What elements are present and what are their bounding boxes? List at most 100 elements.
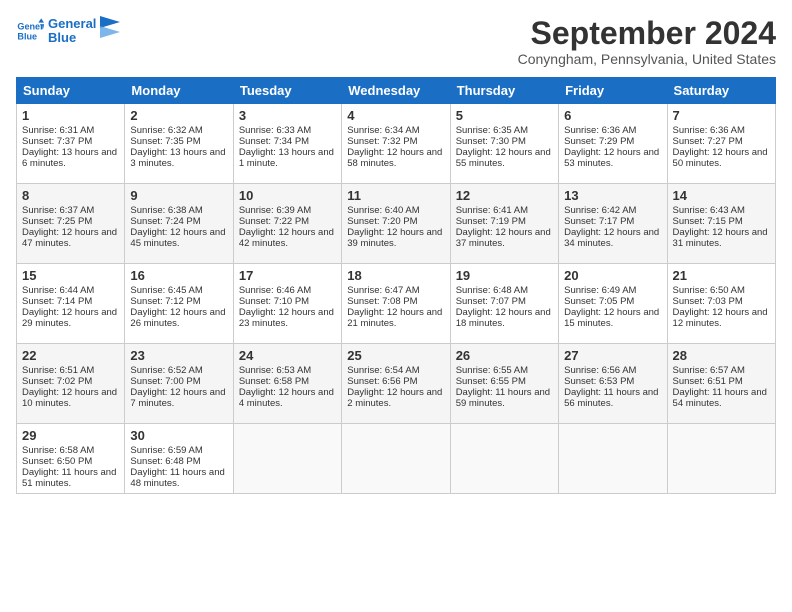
day-number: 6	[564, 108, 661, 123]
calendar-cell: 18Sunrise: 6:47 AMSunset: 7:08 PMDayligh…	[342, 264, 450, 344]
logo: General Blue GeneralBlue	[16, 16, 120, 46]
daylight-label: Daylight: 12 hours and 42 minutes.	[239, 227, 334, 249]
calendar-cell: 6Sunrise: 6:36 AMSunset: 7:29 PMDaylight…	[559, 104, 667, 184]
calendar-cell: 3Sunrise: 6:33 AMSunset: 7:34 PMDaylight…	[233, 104, 341, 184]
sunrise-label: Sunrise: 6:34 AM	[347, 125, 419, 136]
sunset-label: Sunset: 6:55 PM	[456, 376, 526, 387]
sunrise-label: Sunrise: 6:56 AM	[564, 365, 636, 376]
day-number: 23	[130, 348, 227, 363]
sunrise-label: Sunrise: 6:46 AM	[239, 285, 311, 296]
calendar-cell: 16Sunrise: 6:45 AMSunset: 7:12 PMDayligh…	[125, 264, 233, 344]
day-number: 11	[347, 188, 444, 203]
sunrise-label: Sunrise: 6:52 AM	[130, 365, 202, 376]
daylight-label: Daylight: 13 hours and 1 minute.	[239, 147, 334, 169]
calendar-cell: 19Sunrise: 6:48 AMSunset: 7:07 PMDayligh…	[450, 264, 558, 344]
daylight-label: Daylight: 12 hours and 50 minutes.	[673, 147, 768, 169]
day-number: 13	[564, 188, 661, 203]
calendar-cell: 10Sunrise: 6:39 AMSunset: 7:22 PMDayligh…	[233, 184, 341, 264]
sunset-label: Sunset: 7:19 PM	[456, 216, 526, 227]
daylight-label: Daylight: 12 hours and 37 minutes.	[456, 227, 551, 249]
daylight-label: Daylight: 12 hours and 53 minutes.	[564, 147, 659, 169]
calendar-cell	[233, 424, 341, 494]
calendar-cell	[342, 424, 450, 494]
sunrise-label: Sunrise: 6:45 AM	[130, 285, 202, 296]
sunset-label: Sunset: 6:50 PM	[22, 456, 92, 467]
calendar-cell: 8 Sunrise: 6:37 AMSunset: 7:25 PMDaylight…	[17, 184, 125, 264]
sunset-label: Sunset: 7:12 PM	[130, 296, 200, 307]
day-number: 17	[239, 268, 336, 283]
logo-icon: General Blue	[16, 17, 44, 45]
calendar-cell: 12Sunrise: 6:41 AMSunset: 7:19 PMDayligh…	[450, 184, 558, 264]
sunset-label: Sunset: 7:25 PM	[22, 216, 92, 227]
calendar-cell: 4Sunrise: 6:34 AMSunset: 7:32 PMDaylight…	[342, 104, 450, 184]
day-number: 20	[564, 268, 661, 283]
sunrise-label: Sunrise: 6:35 AM	[456, 125, 528, 136]
day-number: 22	[22, 348, 119, 363]
day-number: 7	[673, 108, 770, 123]
calendar-cell: 5Sunrise: 6:35 AMSunset: 7:30 PMDaylight…	[450, 104, 558, 184]
sunrise-label: Sunrise: 6:53 AM	[239, 365, 311, 376]
sunset-label: Sunset: 6:56 PM	[347, 376, 417, 387]
daylight-label: Daylight: 12 hours and 2 minutes.	[347, 387, 442, 409]
day-number: 24	[239, 348, 336, 363]
calendar-cell: 11Sunrise: 6:40 AMSunset: 7:20 PMDayligh…	[342, 184, 450, 264]
day-number: 1	[22, 108, 119, 123]
calendar-header-row: Sunday Monday Tuesday Wednesday Thursday…	[17, 78, 776, 104]
sunrise-label: Sunrise: 6:43 AM	[673, 205, 745, 216]
daylight-label: Daylight: 11 hours and 48 minutes.	[130, 467, 224, 489]
day-number: 19	[456, 268, 553, 283]
calendar-cell: 2Sunrise: 6:32 AMSunset: 7:35 PMDaylight…	[125, 104, 233, 184]
sunset-label: Sunset: 7:02 PM	[22, 376, 92, 387]
page-title: September 2024	[518, 16, 776, 51]
day-number: 5	[456, 108, 553, 123]
day-number: 8	[22, 188, 119, 203]
calendar-cell: 13Sunrise: 6:42 AMSunset: 7:17 PMDayligh…	[559, 184, 667, 264]
sunrise-label: Sunrise: 6:42 AM	[564, 205, 636, 216]
sunset-label: Sunset: 7:00 PM	[130, 376, 200, 387]
svg-text:General: General	[17, 22, 44, 32]
daylight-label: Daylight: 12 hours and 10 minutes.	[22, 387, 117, 409]
sunset-label: Sunset: 6:53 PM	[564, 376, 634, 387]
sunset-label: Sunset: 7:37 PM	[22, 136, 92, 147]
logo-flag-icon	[100, 16, 120, 46]
sunrise-label: Sunrise: 6:58 AM	[22, 445, 94, 456]
daylight-label: Daylight: 12 hours and 45 minutes.	[130, 227, 225, 249]
page-header: General Blue GeneralBlue September 2024 …	[16, 16, 776, 67]
col-friday: Friday	[559, 78, 667, 104]
sunset-label: Sunset: 7:35 PM	[130, 136, 200, 147]
sunrise-label: Sunrise: 6:51 AM	[22, 365, 94, 376]
sunrise-label: Sunrise: 6:40 AM	[347, 205, 419, 216]
day-number: 4	[347, 108, 444, 123]
col-saturday: Saturday	[667, 78, 775, 104]
calendar-cell: 7Sunrise: 6:36 AMSunset: 7:27 PMDaylight…	[667, 104, 775, 184]
sunset-label: Sunset: 6:51 PM	[673, 376, 743, 387]
daylight-label: Daylight: 12 hours and 4 minutes.	[239, 387, 334, 409]
daylight-label: Daylight: 12 hours and 58 minutes.	[347, 147, 442, 169]
sunset-label: Sunset: 7:10 PM	[239, 296, 309, 307]
logo-text: GeneralBlue	[48, 17, 96, 46]
day-number: 14	[673, 188, 770, 203]
calendar-cell: 17 Sunrise: 6:46 AMSunset: 7:10 PMDayligh…	[233, 264, 341, 344]
daylight-label: Daylight: 12 hours and 29 minutes.	[22, 307, 117, 329]
daylight-label: Daylight: 12 hours and 18 minutes.	[456, 307, 551, 329]
sunset-label: Sunset: 7:24 PM	[130, 216, 200, 227]
daylight-label: Daylight: 13 hours and 6 minutes.	[22, 147, 117, 169]
calendar-cell: 27Sunrise: 6:56 AMSunset: 6:53 PMDayligh…	[559, 344, 667, 424]
daylight-label: Daylight: 12 hours and 47 minutes.	[22, 227, 117, 249]
calendar-cell: 29Sunrise: 6:58 AMSunset: 6:50 PMDayligh…	[17, 424, 125, 494]
sunrise-label: Sunrise: 6:44 AM	[22, 285, 94, 296]
day-number: 21	[673, 268, 770, 283]
sunset-label: Sunset: 7:05 PM	[564, 296, 634, 307]
sunset-label: Sunset: 7:03 PM	[673, 296, 743, 307]
calendar-cell: 15Sunrise: 6:44 AMSunset: 7:14 PMDayligh…	[17, 264, 125, 344]
sunrise-label: Sunrise: 6:55 AM	[456, 365, 528, 376]
calendar-cell: 9Sunrise: 6:38 AMSunset: 7:24 PMDaylight…	[125, 184, 233, 264]
sunset-label: Sunset: 7:30 PM	[456, 136, 526, 147]
sunrise-label: Sunrise: 6:39 AM	[239, 205, 311, 216]
calendar-cell	[559, 424, 667, 494]
sunrise-label: Sunrise: 6:31 AM	[22, 125, 94, 136]
daylight-label: Daylight: 12 hours and 23 minutes.	[239, 307, 334, 329]
sunrise-label: Sunrise: 6:37 AM	[22, 205, 94, 216]
day-number: 26	[456, 348, 553, 363]
calendar-cell: 20Sunrise: 6:49 AMSunset: 7:05 PMDayligh…	[559, 264, 667, 344]
